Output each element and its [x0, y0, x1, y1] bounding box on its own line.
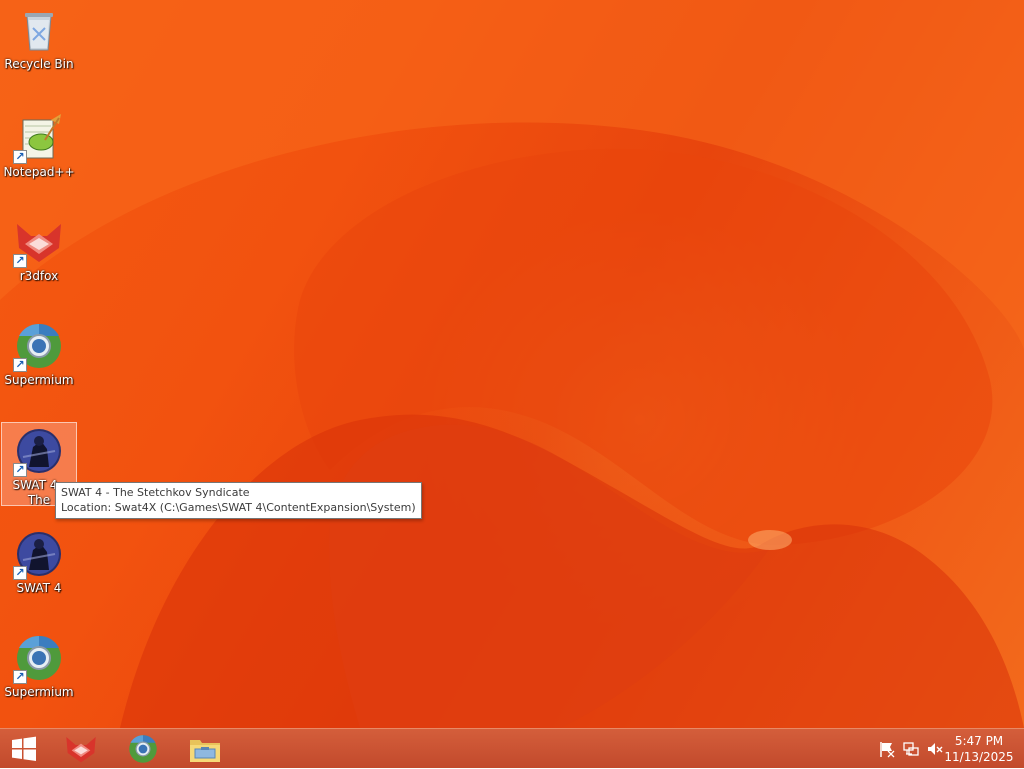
desktop-icon-label: Recycle Bin: [4, 57, 74, 71]
file-explorer-icon: [190, 740, 220, 762]
taskbar-file-explorer-button[interactable]: [180, 729, 230, 769]
shortcut-arrow-icon: ↗: [13, 358, 27, 372]
windows-start-icon: [12, 736, 36, 761]
desktop-icon-label: r3dfox: [19, 269, 59, 283]
wallpaper-swirl: [0, 0, 1024, 728]
desktop[interactable]: Recycle Bin ↗ Notepad++ ↗ r3dfox ↗ Super…: [0, 0, 1024, 728]
shortcut-arrow-icon: ↗: [13, 670, 27, 684]
supermium-icon: [129, 735, 157, 763]
taskbar-clock[interactable]: 5:47 PM 11/13/2025: [944, 733, 1014, 765]
system-tray: 5:47 PM 11/13/2025: [864, 729, 1024, 769]
r3dfox-icon: ↗: [13, 218, 63, 268]
desktop-icon-r3dfox[interactable]: ↗ r3dfox: [0, 214, 78, 298]
clock-time: 5:47 PM: [954, 734, 1004, 748]
desktop-icon-supermium-2[interactable]: ↗ Supermium: [0, 630, 78, 714]
tooltip-title: SWAT 4 - The Stetchkov Syndicate: [61, 486, 250, 499]
desktop-icon-label: Notepad++: [3, 165, 75, 179]
desktop-icon-supermium[interactable]: ↗ Supermium: [0, 318, 78, 402]
shortcut-arrow-icon: ↗: [13, 463, 27, 477]
taskbar-r3dfox-button[interactable]: [56, 729, 106, 769]
icon-tooltip: SWAT 4 - The Stetchkov Syndicate Locatio…: [55, 482, 422, 519]
volume-muted-icon[interactable]: [926, 740, 944, 758]
desktop-icon-swat4[interactable]: ↗ SWAT 4: [0, 526, 78, 610]
desktop-icon-label: Supermium: [4, 373, 74, 387]
swat4-icon: ↗: [13, 427, 63, 477]
desktop-icon-notepadpp[interactable]: ↗ Notepad++: [0, 110, 78, 194]
desktop-icon-label: Supermium: [4, 685, 74, 699]
desktop-icon-label: SWAT 4: [16, 581, 62, 595]
recycle-bin-icon: [15, 6, 63, 54]
shortcut-arrow-icon: ↗: [13, 566, 27, 580]
taskbar: 5:47 PM 11/13/2025: [0, 728, 1024, 768]
desktop-icon-recycle-bin[interactable]: Recycle Bin: [0, 2, 78, 86]
start-button[interactable]: [0, 729, 48, 769]
action-center-flag-icon[interactable]: [878, 740, 896, 758]
supermium-icon: ↗: [13, 322, 63, 372]
supermium-icon: ↗: [13, 634, 63, 684]
taskbar-supermium-button[interactable]: [118, 729, 168, 769]
tooltip-location: Location: Swat4X (C:\Games\SWAT 4\Conten…: [61, 501, 416, 514]
clock-date: 11/13/2025: [944, 750, 1014, 764]
network-icon[interactable]: [902, 740, 920, 758]
notepadpp-icon: ↗: [13, 114, 63, 164]
swat4-icon: ↗: [13, 530, 63, 580]
shortcut-arrow-icon: ↗: [13, 150, 27, 164]
shortcut-arrow-icon: ↗: [13, 254, 27, 268]
r3dfox-icon: [66, 737, 96, 763]
